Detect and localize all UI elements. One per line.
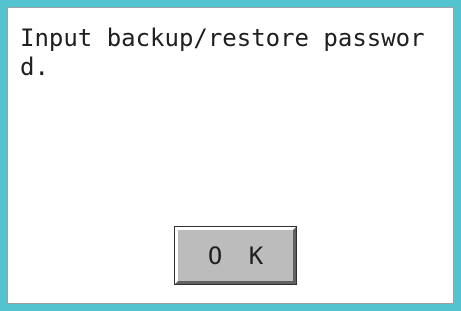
message-line-1: Input backup/restore passwor [20,24,425,52]
message-line-2: d. [20,53,49,81]
ok-button-label: O K [207,241,270,270]
dialog-frame: Input backup/restore passwor d. O K [0,0,461,311]
dialog-message: Input backup/restore passwor d. [20,24,450,82]
ok-button[interactable]: O K [174,226,297,285]
dialog-panel: Input backup/restore passwor d. O K [7,7,454,304]
